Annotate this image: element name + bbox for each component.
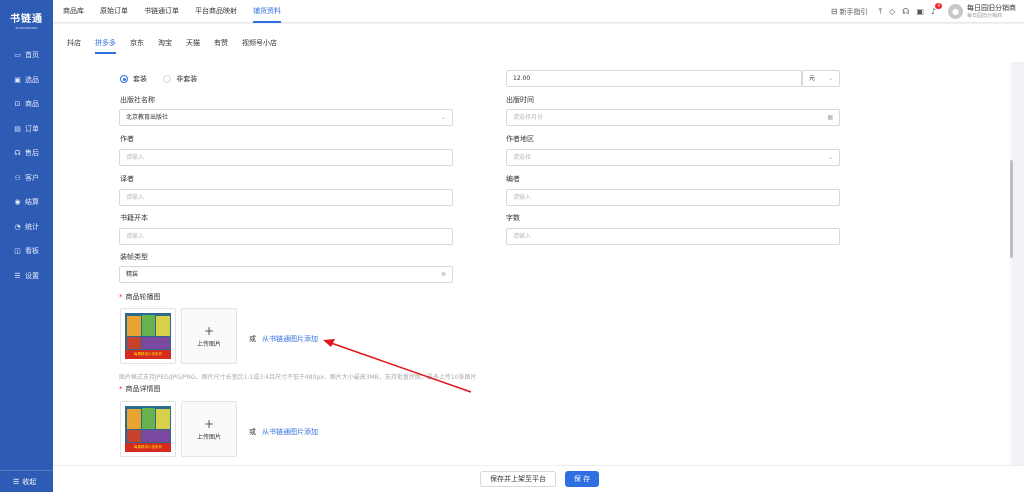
logo-text: 书链通 bbox=[10, 14, 43, 25]
sidebar-item-label: 设置 bbox=[25, 271, 39, 280]
action-footer: 保存并上架至平台 保 存 bbox=[53, 465, 1024, 492]
sidebar-item-label: 商品 bbox=[25, 100, 39, 109]
top-header: 商品库 原始订单 书链通订单 平台商品映射 铺货资料 ⊟ 新手指引 ⤒ ◇ ☊ ▣ ♪ 9… bbox=[53, 0, 1024, 23]
sidebar-item-4[interactable]: ☊ 售后 bbox=[0, 141, 53, 166]
platform-tab-1[interactable]: 拼多多 bbox=[88, 24, 123, 62]
top-tab-1[interactable]: 原始订单 bbox=[92, 0, 136, 23]
platform-tab-6[interactable]: 视频号小店 bbox=[235, 24, 284, 62]
sidebar-item-label: 选品 bbox=[25, 75, 39, 84]
scrollbar-thumb[interactable] bbox=[1010, 160, 1013, 258]
notification-badge: 9 bbox=[935, 3, 942, 9]
sidebar-item-0[interactable]: ▭ 首页 bbox=[0, 43, 53, 68]
top-tab-2[interactable]: 书链通订单 bbox=[136, 0, 187, 23]
user-subtitle: 每日园旧分销商 bbox=[967, 12, 1003, 19]
select-icon: ▣ bbox=[14, 75, 21, 84]
monitor-icon: ▭ bbox=[14, 51, 21, 60]
platform-tab-4[interactable]: 天猫 bbox=[179, 24, 207, 62]
headset-icon: ☊ bbox=[14, 149, 21, 158]
sidebar-item-label: 统计 bbox=[25, 222, 39, 231]
collapse-label: 收起 bbox=[22, 477, 37, 486]
upload-icon[interactable]: ⤒ bbox=[879, 7, 883, 17]
sidebar-item-1[interactable]: ▣ 选品 bbox=[0, 68, 53, 93]
sidebar-item-8[interactable]: ◫ 看板 bbox=[0, 239, 53, 264]
collapse-sidebar-button[interactable]: ☰ 收起 bbox=[0, 470, 53, 492]
user-info[interactable]: 每日园旧分销商 每日园旧分销商 bbox=[967, 4, 1016, 20]
save-button[interactable]: 保 存 bbox=[565, 471, 599, 487]
top-tab-4[interactable]: 铺货资料 bbox=[245, 0, 289, 23]
customer-icon: ⚇ bbox=[14, 173, 21, 182]
settlement-icon: ◉ bbox=[14, 198, 21, 207]
sidebar: 书链通 SHULIANTONG ▭ 首页 ▣ 选品 ⊡ 商品 ▤ 订单 ☊ 售后 ⚇ 客户 ◉ 结算 ◔ 统计… bbox=[0, 0, 53, 492]
top-tab-0[interactable]: 商品库 bbox=[55, 0, 92, 23]
save-and-publish-button[interactable]: 保存并上架至平台 bbox=[480, 471, 556, 487]
sidebar-item-3[interactable]: ▤ 订单 bbox=[0, 117, 53, 142]
scrollbar[interactable] bbox=[1010, 62, 1013, 492]
bell-icon[interactable]: ♪ 9 bbox=[931, 3, 942, 16]
menu-icon: ☰ bbox=[13, 477, 20, 486]
sidebar-item-9[interactable]: ☰ 设置 bbox=[0, 264, 53, 289]
platform-tab-2[interactable]: 京东 bbox=[123, 24, 151, 62]
sidebar-item-label: 订单 bbox=[25, 124, 39, 133]
sidebar-item-2[interactable]: ⊡ 商品 bbox=[0, 92, 53, 117]
badge-diamond-icon[interactable]: ◇ bbox=[889, 7, 895, 16]
headset-icon[interactable]: ☊ bbox=[902, 7, 909, 16]
guide-link[interactable]: 新手指引 bbox=[840, 7, 868, 17]
logo-subtext: SHULIANTONG bbox=[15, 26, 38, 30]
guide-icon: ⊟ bbox=[830, 7, 838, 16]
sidebar-item-label: 售后 bbox=[25, 149, 39, 158]
top-tab-3[interactable]: 平台商品映射 bbox=[187, 0, 245, 23]
platform-tab-3[interactable]: 淘宝 bbox=[151, 24, 179, 62]
product-icon: ⊡ bbox=[14, 100, 21, 109]
sidebar-item-label: 首页 bbox=[25, 51, 39, 60]
annotation-arrow bbox=[323, 339, 472, 393]
document-icon[interactable]: ▣ bbox=[916, 7, 924, 16]
sidebar-item-label: 结算 bbox=[25, 198, 39, 207]
user-name: 每日园旧分销商 bbox=[967, 3, 1016, 12]
avatar[interactable]: ● bbox=[948, 4, 963, 19]
platform-tab-5[interactable]: 有赞 bbox=[207, 24, 235, 62]
platform-tabs: 抖店 拼多多 京东 淘宝 天猫 有赞 视频号小店 bbox=[53, 24, 1024, 62]
sidebar-item-7[interactable]: ◔ 统计 bbox=[0, 215, 53, 240]
stats-icon: ◔ bbox=[14, 222, 21, 231]
form-panel: 套装 非套装 12.00 元 ⌄ 出版社名称 北京教育出版社 ⌄ 出版时间 请选… bbox=[53, 62, 1013, 492]
board-icon: ◫ bbox=[14, 247, 21, 256]
app-logo[interactable]: 书链通 SHULIANTONG bbox=[0, 0, 53, 40]
sidebar-item-label: 看板 bbox=[25, 247, 39, 256]
sidebar-item-5[interactable]: ⚇ 客户 bbox=[0, 166, 53, 191]
sidebar-item-6[interactable]: ◉ 结算 bbox=[0, 190, 53, 215]
platform-tab-0[interactable]: 抖店 bbox=[60, 24, 88, 62]
order-icon: ▤ bbox=[14, 124, 21, 133]
sidebar-item-label: 客户 bbox=[25, 173, 39, 182]
settings-icon: ☰ bbox=[14, 271, 21, 280]
